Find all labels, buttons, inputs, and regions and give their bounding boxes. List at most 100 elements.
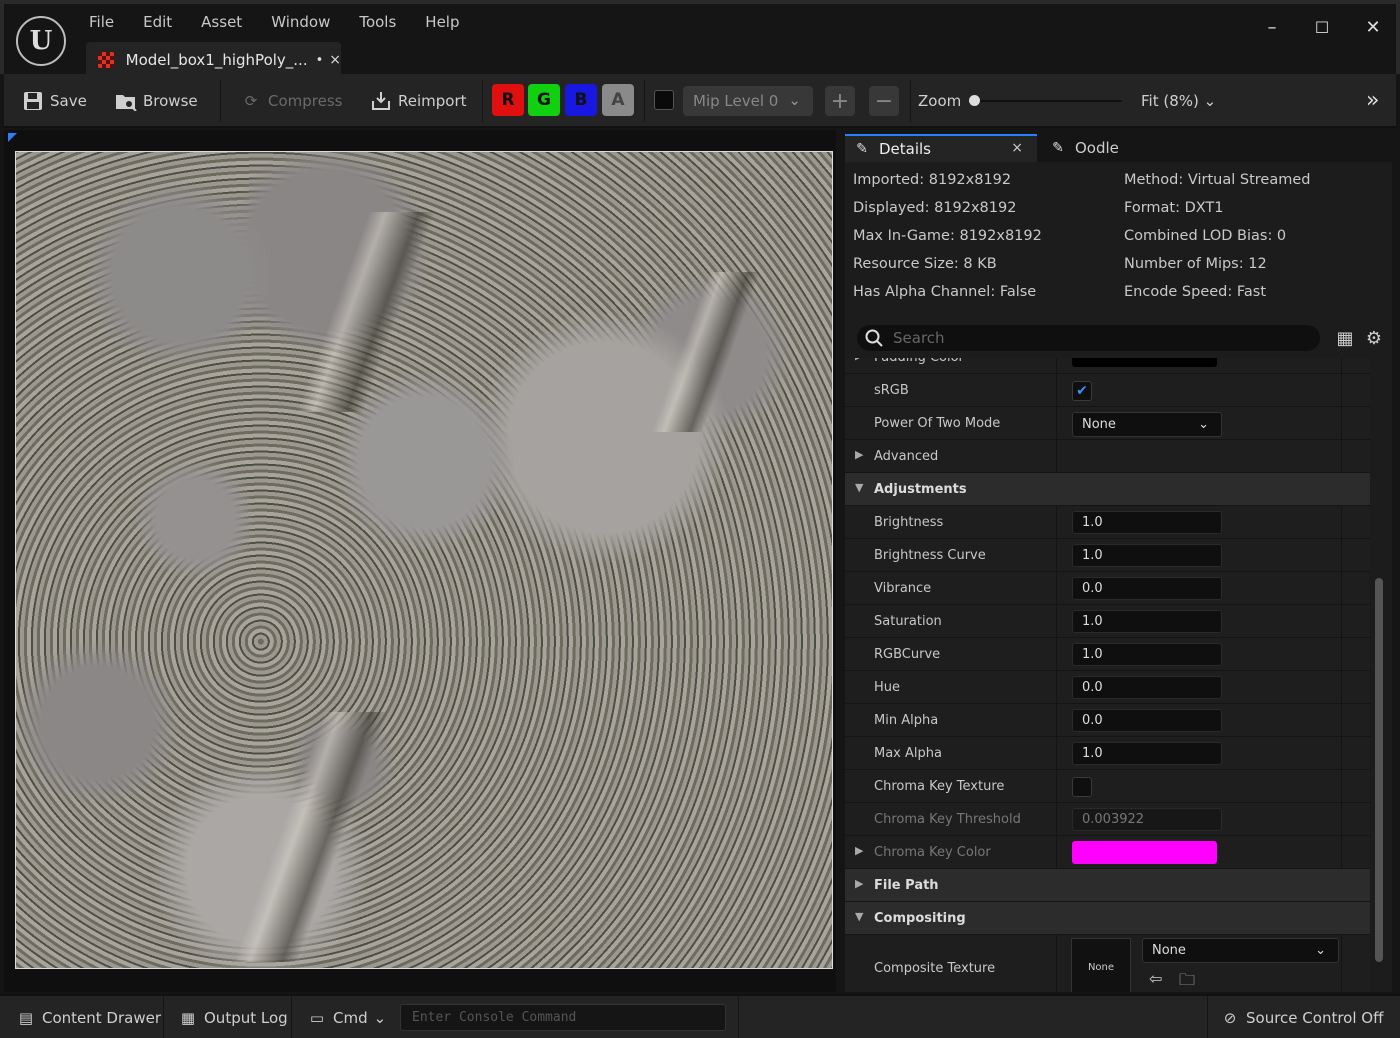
- menu-edit[interactable]: Edit: [143, 13, 172, 31]
- details-search-input[interactable]: Search: [857, 325, 1320, 351]
- category-file-path[interactable]: ▶ File Path: [845, 869, 1370, 902]
- zoom-fit-dropdown[interactable]: Fit (8%) ⌄: [1141, 92, 1216, 110]
- use-selected-asset-icon[interactable]: ⇦: [1149, 969, 1162, 988]
- menu-help[interactable]: Help: [425, 13, 459, 31]
- alpha-channel-toggle[interactable]: A: [602, 84, 634, 116]
- composite-texture-dropdown[interactable]: None ⌄: [1142, 938, 1339, 963]
- property-label: Padding Color: [874, 358, 964, 365]
- info-max-in-game: Max In-Game: 8192x8192: [853, 228, 1042, 244]
- mip-level-dropdown[interactable]: Mip Level 0 ⌄: [683, 86, 813, 116]
- power-of-two-dropdown[interactable]: None ⌄: [1072, 412, 1222, 437]
- background-color-swatch[interactable]: [654, 90, 674, 110]
- details-panel: ✎ Details × ✎ Oodle Imported: 8192x8192 …: [845, 134, 1392, 992]
- mip-increase-button[interactable]: +: [825, 86, 855, 116]
- srgb-checkbox[interactable]: ✔: [1072, 381, 1092, 401]
- category-compositing[interactable]: ▼ Compositing: [845, 902, 1370, 935]
- output-log-label: Output Log: [204, 1009, 288, 1027]
- composite-texture-thumbnail[interactable]: None: [1071, 938, 1131, 992]
- info-displayed: Displayed: 8192x8192: [853, 200, 1017, 216]
- zoom-slider-handle[interactable]: [969, 95, 980, 106]
- chroma-key-threshold-input[interactable]: 0.003922: [1072, 808, 1222, 831]
- expand-arrow-icon[interactable]: ▶: [855, 877, 863, 890]
- info-mip-count: Number of Mips: 12: [1124, 256, 1267, 272]
- vibrance-input[interactable]: 0.0: [1072, 577, 1222, 600]
- texture-detail: [196, 712, 426, 962]
- minimize-button[interactable]: –: [1260, 16, 1284, 40]
- details-scrollbar[interactable]: [1375, 578, 1383, 962]
- property-label: sRGB: [874, 383, 909, 398]
- console-command-input[interactable]: Enter Console Command: [400, 1004, 726, 1031]
- source-control-off-icon: ⊘: [1223, 1009, 1237, 1027]
- menu-asset[interactable]: Asset: [201, 13, 242, 31]
- maximize-button[interactable]: ☐: [1310, 16, 1334, 40]
- pencil-icon: ✎: [1052, 140, 1064, 156]
- info-method: Method: Virtual Streamed: [1124, 172, 1311, 188]
- status-separator: [291, 996, 292, 1038]
- blue-channel-toggle[interactable]: B: [565, 84, 597, 116]
- red-channel-toggle[interactable]: R: [492, 84, 524, 116]
- collapse-arrow-icon[interactable]: ▼: [855, 481, 863, 494]
- brightness-input[interactable]: 1.0: [1072, 511, 1222, 534]
- chroma-key-color-swatch[interactable]: [1072, 841, 1217, 864]
- collapse-arrow-icon[interactable]: ▼: [855, 910, 863, 923]
- zoom-slider[interactable]: [976, 100, 1122, 102]
- unreal-logo-icon[interactable]: U: [16, 16, 66, 66]
- reimport-button[interactable]: Reimport: [370, 87, 467, 115]
- mip-decrease-button[interactable]: −: [869, 86, 899, 116]
- compress-label: Compress: [268, 92, 343, 110]
- browse-asset-icon[interactable]: 🗀: [1179, 969, 1195, 992]
- output-log-icon: ▦: [180, 1009, 196, 1027]
- texture-preview-image: [15, 151, 833, 969]
- property-label: RGBCurve: [874, 647, 941, 662]
- viewport-corner-marker: [8, 133, 17, 142]
- property-label: Chroma Key Color: [874, 845, 991, 860]
- compress-button[interactable]: ⟳ Compress: [240, 87, 343, 115]
- tab-oodle[interactable]: ✎ Oodle: [1045, 134, 1165, 162]
- asset-tab[interactable]: Model_box1_highPoly_... • ×: [86, 42, 341, 78]
- close-icon[interactable]: ×: [1011, 140, 1023, 156]
- browse-button[interactable]: Browse: [115, 87, 198, 115]
- close-tab-icon[interactable]: ×: [329, 52, 341, 68]
- menu-window[interactable]: Window: [271, 13, 330, 31]
- toolbar-overflow-icon[interactable]: »: [1366, 88, 1379, 113]
- property-row-brightness: Brightness 1.0: [845, 506, 1370, 539]
- padding-color-swatch[interactable]: [1072, 358, 1217, 367]
- category-label: Adjustments: [874, 482, 967, 497]
- content-drawer-button[interactable]: ▤ Content Drawer: [16, 1006, 161, 1030]
- save-button[interactable]: Save: [22, 87, 87, 115]
- expand-arrow-icon[interactable]: ▶: [855, 844, 863, 857]
- property-row-advanced[interactable]: ▶ Advanced: [845, 440, 1370, 473]
- search-icon: [865, 329, 883, 347]
- max-alpha-input[interactable]: 1.0: [1072, 742, 1222, 765]
- brightness-curve-input[interactable]: 1.0: [1072, 544, 1222, 567]
- cmd-dropdown[interactable]: ▭ Cmd ⌄: [307, 1006, 386, 1030]
- chroma-key-texture-checkbox[interactable]: [1072, 777, 1092, 797]
- source-control-button[interactable]: ⊘ Source Control Off: [1220, 1006, 1384, 1030]
- expand-arrow-icon[interactable]: ▶: [855, 448, 863, 461]
- output-log-button[interactable]: ▦ Output Log: [178, 1006, 288, 1030]
- property-row-chroma-key-threshold: Chroma Key Threshold 0.003922: [845, 803, 1370, 836]
- tab-details[interactable]: ✎ Details ×: [845, 134, 1037, 162]
- table-view-icon[interactable]: ▦: [1334, 327, 1356, 349]
- zoom-label: Zoom: [918, 92, 962, 110]
- menu-file[interactable]: File: [89, 13, 114, 31]
- terminal-icon: ▭: [309, 1009, 325, 1027]
- menu-tools[interactable]: Tools: [359, 13, 396, 31]
- status-separator: [163, 996, 164, 1038]
- green-channel-toggle[interactable]: G: [528, 84, 560, 116]
- rgbcurve-input[interactable]: 1.0: [1072, 643, 1222, 666]
- source-control-label: Source Control Off: [1246, 1009, 1384, 1027]
- category-adjustments[interactable]: ▼ Adjustments: [845, 473, 1370, 506]
- title-bar: U File Edit Asset Window Tools Help Mode…: [0, 0, 1400, 78]
- expand-arrow-icon[interactable]: ▶: [855, 358, 863, 362]
- property-row-chroma-key-texture: Chroma Key Texture: [845, 770, 1370, 803]
- texture-viewport[interactable]: [4, 130, 836, 992]
- min-alpha-input[interactable]: 0.0: [1072, 709, 1222, 732]
- gear-icon[interactable]: ⚙: [1363, 327, 1385, 349]
- saturation-input[interactable]: 1.0: [1072, 610, 1222, 633]
- hue-input[interactable]: 0.0: [1072, 676, 1222, 699]
- dropdown-value: None: [1152, 943, 1186, 958]
- texture-info: Imported: 8192x8192 Displayed: 8192x8192…: [845, 162, 1392, 322]
- texture-detail: [236, 212, 496, 412]
- close-window-button[interactable]: ✕: [1361, 16, 1385, 40]
